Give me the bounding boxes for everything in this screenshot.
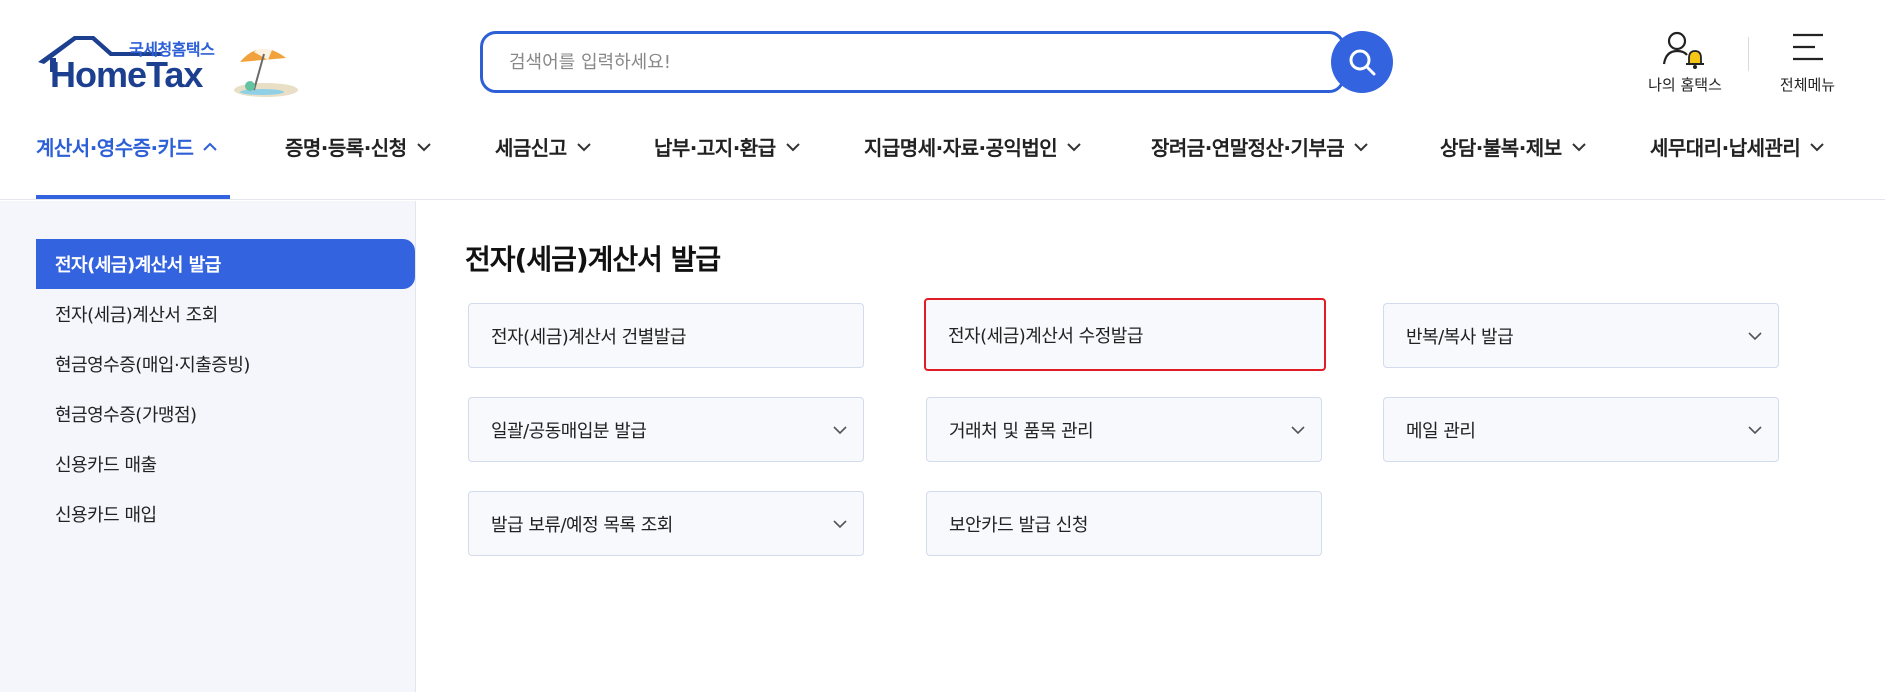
card-single-issue[interactable]: 전자(세금)계산서 건별발급 — [468, 303, 864, 368]
card-label: 반복/복사 발급 — [1406, 326, 1514, 348]
sidebar-item-label: 전자(세금)계산서 조회 — [55, 305, 218, 326]
hamburger-menu-icon — [1793, 33, 1823, 61]
chevron-down-icon — [416, 143, 431, 152]
chevron-down-icon — [1354, 143, 1368, 152]
hometax-logo[interactable]: 국세청홈택스 HomeTax — [36, 30, 306, 100]
nav-item-label: 납부·고지·환급 — [654, 136, 776, 160]
search-icon — [1349, 49, 1376, 76]
sidebar-item-einvoice-inquiry[interactable]: 전자(세금)계산서 조회 — [36, 289, 415, 339]
page-title: 전자(세금)계산서 발급 — [465, 243, 721, 276]
sidebar-item-label: 현금영수증(매입·지출증빙) — [55, 355, 250, 376]
card-label: 발급 보류/예정 목록 조회 — [491, 514, 673, 536]
chevron-down-icon — [1291, 426, 1305, 435]
my-hometax-label: 나의 홈택스 — [1648, 76, 1722, 94]
card-label: 보안카드 발급 신청 — [949, 514, 1088, 536]
nav-item-label: 세금신고 — [495, 136, 567, 160]
beach-umbrella-icon — [234, 47, 298, 97]
sidebar-item-cash-receipt-merchant[interactable]: 현금영수증(가맹점) — [36, 389, 415, 439]
card-partner-item-management[interactable]: 거래처 및 품목 관리 — [926, 397, 1322, 462]
card-label: 일괄/공동매입분 발급 — [491, 420, 647, 442]
card-mail-management[interactable]: 메일 관리 — [1383, 397, 1779, 462]
my-hometax-button[interactable]: 나의 홈택스 — [1640, 28, 1730, 98]
card-label: 전자(세금)계산서 건별발급 — [491, 326, 686, 348]
logo-title: HomeTax — [50, 54, 203, 95]
nav-active-underline — [36, 195, 230, 199]
sidebar-item-einvoice-issue[interactable]: 전자(세금)계산서 발급 — [36, 239, 415, 289]
nav-item-label: 상담·불복·제보 — [1440, 136, 1562, 160]
chevron-up-icon — [203, 142, 218, 151]
nav-item-statement[interactable]: 지급명세·자료·공익법인 — [864, 125, 1081, 200]
card-label: 전자(세금)계산서 수정발급 — [948, 325, 1143, 347]
nav-item-consult[interactable]: 상담·불복·제보 — [1440, 125, 1586, 200]
chevron-down-icon — [833, 520, 847, 529]
nav-item-payment[interactable]: 납부·고지·환급 — [654, 125, 800, 200]
card-repeat-copy-issue[interactable]: 반복/복사 발급 — [1383, 303, 1779, 368]
chevron-down-icon — [1571, 143, 1586, 152]
card-amended-issue[interactable]: 전자(세금)계산서 수정발급 — [924, 298, 1326, 371]
card-bulk-joint-issue[interactable]: 일괄/공동매입분 발급 — [468, 397, 864, 462]
chevron-down-icon — [833, 426, 847, 435]
card-hold-scheduled-list[interactable]: 발급 보류/예정 목록 조회 — [468, 491, 864, 556]
sidebar-item-label: 신용카드 매입 — [55, 505, 157, 526]
nav-item-label: 증명·등록·신청 — [285, 136, 407, 160]
search-bar — [480, 31, 1393, 93]
sidebar-item-label: 전자(세금)계산서 발급 — [55, 255, 221, 276]
nav-item-incentive[interactable]: 장려금·연말정산·기부금 — [1151, 125, 1368, 200]
nav-item-tax-agent[interactable]: 세무대리·납세관리 — [1650, 125, 1825, 200]
chevron-down-icon — [1810, 143, 1825, 152]
chevron-down-icon — [1748, 332, 1762, 341]
chevron-down-icon — [785, 143, 800, 152]
sidebar-item-label: 현금영수증(가맹점) — [55, 405, 197, 426]
nav-item-label: 세무대리·납세관리 — [1650, 136, 1801, 160]
nav-item-invoice-receipt-card[interactable]: 계산서·영수증·카드 — [36, 125, 218, 200]
main-nav: 계산서·영수증·카드 증명·등록·신청 세금신고 납부·고지·환급 지급명세·자… — [0, 125, 1885, 200]
sidebar-item-credit-card-sales[interactable]: 신용카드 매출 — [36, 439, 415, 489]
sidebar-item-cash-receipt-purchase[interactable]: 현금영수증(매입·지출증빙) — [36, 339, 415, 389]
chevron-down-icon — [1748, 426, 1762, 435]
user-bell-icon — [1662, 31, 1704, 69]
nav-item-label: 지급명세·자료·공익법인 — [864, 136, 1058, 160]
card-security-card-request[interactable]: 보안카드 발급 신청 — [926, 491, 1322, 556]
header: 국세청홈택스 HomeTax 나의 홈택스 — [0, 0, 1885, 200]
card-label: 메일 관리 — [1406, 420, 1476, 442]
nav-item-label: 장려금·연말정산·기부금 — [1151, 136, 1345, 160]
card-label: 거래처 및 품목 관리 — [949, 420, 1094, 442]
search-input[interactable] — [480, 31, 1345, 93]
search-button[interactable] — [1331, 31, 1393, 93]
all-menu-button[interactable]: 전체메뉴 — [1765, 28, 1850, 98]
util-divider — [1748, 37, 1749, 71]
chevron-down-icon — [1067, 143, 1081, 152]
sidebar-item-credit-card-purchase[interactable]: 신용카드 매입 — [36, 489, 415, 539]
nav-item-tax-filing[interactable]: 세금신고 — [495, 125, 591, 200]
chevron-down-icon — [576, 143, 591, 152]
sidebar-item-label: 신용카드 매출 — [55, 455, 157, 476]
sidebar: 전자(세금)계산서 발급 전자(세금)계산서 조회 현금영수증(매입·지출증빙)… — [0, 201, 416, 692]
nav-item-label: 계산서·영수증·카드 — [36, 136, 194, 160]
all-menu-label: 전체메뉴 — [1779, 76, 1836, 94]
nav-item-certificate[interactable]: 증명·등록·신청 — [285, 125, 431, 200]
